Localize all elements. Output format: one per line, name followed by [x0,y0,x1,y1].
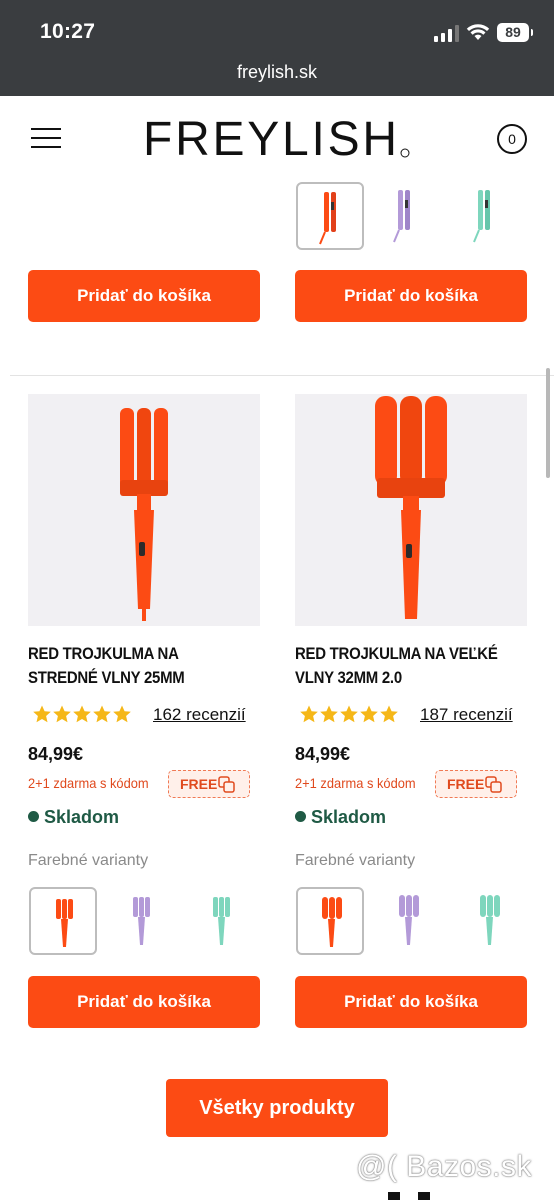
star-icon [93,705,111,723]
menu-icon[interactable] [31,126,61,150]
variant-thumb-red-selected[interactable] [296,887,364,955]
add-to-cart-button[interactable]: Pridať do košíka [295,976,527,1028]
add-to-cart-button[interactable]: Pridať do košíka [295,270,527,322]
product-price: 84,99€ [28,744,84,764]
battery-icon: 89 [497,23,533,42]
hair-straightener-purple-icon [393,190,410,243]
cellular-signal-icon [434,24,460,42]
promo-text: 2+1 zdarma s kódom [295,775,416,791]
svg-text:FREYLISH: FREYLISH [143,113,398,166]
hair-straightener-red-icon [319,192,336,245]
copy-icon[interactable] [218,776,235,793]
product-title[interactable]: RED TROJKULMA NA VEĽKÉ VLNY 32MM 2.0 [295,642,499,690]
variant-thumb-mint[interactable] [456,887,524,955]
triple-curler-purple-icon [399,895,419,945]
promo-code: FREE [447,776,485,792]
variant-thumb-red-selected[interactable] [296,182,364,250]
promo-code: FREE [180,776,218,792]
triple-curler-mint-icon [213,897,230,945]
promo-text: 2+1 zdarma s kódom [28,775,149,791]
promo-code-badge[interactable]: FREE [168,770,250,798]
hair-straightener-mint-icon [473,190,490,243]
status-time: 10:27 [40,20,96,43]
star-icon [113,705,131,723]
triple-curler-32mm-image [375,396,447,619]
variant-thumb-purple[interactable] [370,182,438,250]
rating-stars [32,704,132,726]
in-stock-dot-icon [295,811,306,822]
product-image[interactable] [28,394,260,626]
reviews-link[interactable]: 162 recenzií [153,705,246,725]
copy-icon[interactable] [485,776,502,793]
add-to-cart-button[interactable]: Pridať do košíka [28,270,260,322]
freylish-logo[interactable]: FREYLISH [143,110,413,166]
triple-curler-purple-icon [133,897,150,945]
star-icon [380,705,398,723]
product-title[interactable]: RED TROJKULMA NA STREDNÉ VLNY 25MM [28,642,232,690]
triple-curler-25mm-image [120,408,168,621]
star-icon [340,705,358,723]
rating-stars [299,704,399,726]
triple-curler-red-icon [56,899,73,947]
stock-status: Skladom [28,807,119,828]
browser-top-bar: 10:27 89 freylish.sk [0,0,554,96]
promo-code-badge[interactable]: FREE [435,770,517,798]
bazos-watermark: @( Bazos.sk [356,1150,532,1183]
triple-curler-red-icon [322,897,342,947]
star-icon [33,705,51,723]
product-image[interactable] [295,394,527,626]
add-to-cart-button[interactable]: Pridať do košíka [28,976,260,1028]
section-divider [10,375,554,376]
all-products-button[interactable]: Všetky produkty [166,1079,388,1137]
address-bar[interactable]: freylish.sk [0,62,554,83]
variant-thumb-mint[interactable] [450,182,518,250]
variant-thumb-red-selected[interactable] [29,887,97,955]
product-price: 84,99€ [295,744,351,764]
variant-thumb-purple[interactable] [108,887,176,955]
color-variants-label: Farebné varianty [295,852,416,869]
star-icon [73,705,91,723]
cart-icon[interactable]: 0 [497,124,527,154]
triple-curler-mint-icon [480,895,500,945]
wifi-icon [466,24,490,40]
reviews-link[interactable]: 187 recenzií [420,705,513,725]
variant-thumb-purple[interactable] [375,887,443,955]
star-icon [53,705,71,723]
in-stock-dot-icon [28,811,39,822]
star-icon [360,705,378,723]
star-icon [300,705,318,723]
color-variants-label: Farebné varianty [28,852,149,869]
star-icon [320,705,338,723]
variant-thumb-mint[interactable] [188,887,256,955]
cut-off-heading-fragment [388,1192,430,1200]
stock-status: Skladom [295,807,386,828]
scrollbar[interactable] [546,368,550,478]
